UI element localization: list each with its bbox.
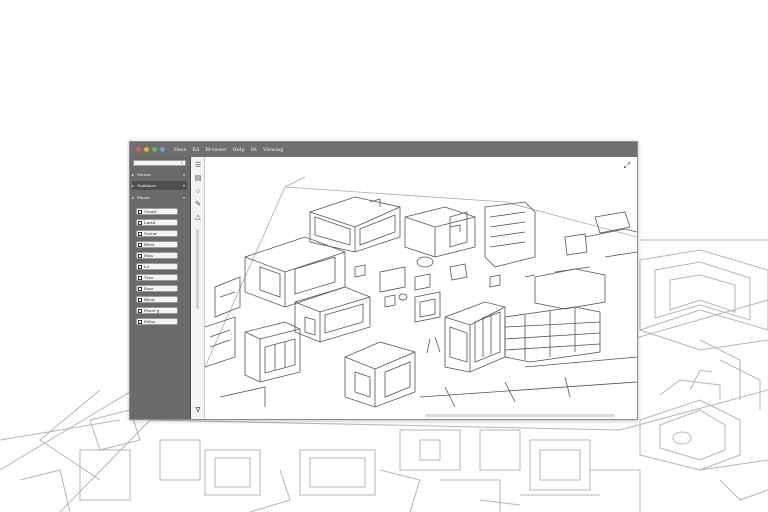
tool-strip: ☰ ▤ ○ ✎ △ ∇: [191, 157, 205, 419]
list-item-label: Lavid: [144, 220, 156, 225]
toolstrip-scrollbar[interactable]: [196, 229, 199, 309]
title-bar: Docs Ed Browser Help Ht Viewing: [130, 142, 637, 157]
search-icon[interactable]: ⌕: [181, 161, 183, 165]
sidebar-section-guidance[interactable]: ▸ Guidance ▾: [132, 181, 187, 190]
list-item[interactable]: Fave: [136, 285, 178, 292]
list-item[interactable]: Bleor: [136, 296, 178, 303]
document-icon: [138, 319, 142, 324]
menu-ed[interactable]: Ed: [192, 147, 199, 153]
document-icon: [138, 275, 142, 280]
search-input[interactable]: [136, 161, 176, 165]
list-item-label: Bleor: [144, 297, 155, 302]
menu-bar: Docs Ed Browser Help Ht Viewing: [174, 147, 283, 153]
section-label: Viewer: [137, 172, 152, 177]
pan-icon[interactable]: ○: [194, 188, 202, 196]
list-item[interactable]: Lavid: [136, 219, 178, 226]
layers-icon[interactable]: ☰: [194, 162, 202, 170]
section-label: Planer: [137, 195, 151, 200]
list-item-label: Lo: [144, 264, 150, 269]
document-icon: [138, 264, 142, 269]
document-icon: [138, 220, 142, 225]
menu-help[interactable]: Help: [233, 147, 245, 153]
measure-icon[interactable]: △: [194, 214, 202, 222]
chevron-down-icon: ▾: [182, 183, 185, 188]
menu-docs[interactable]: Docs: [174, 147, 186, 153]
menu-viewing[interactable]: Viewing: [263, 147, 283, 153]
drawing-viewport[interactable]: ⤢: [205, 157, 637, 419]
pencil-icon[interactable]: ✎: [194, 201, 202, 209]
list-item-label: Fata: [144, 253, 153, 258]
document-icon: [138, 242, 142, 247]
menu-browser[interactable]: Browser: [205, 147, 226, 153]
list-item[interactable]: Lo: [136, 263, 178, 270]
list-item-label: Cioud: [144, 209, 156, 214]
minimize-window-button[interactable]: [144, 147, 149, 152]
app-window: Docs Ed Browser Help Ht Viewing ⌕ ▸ View…: [129, 141, 638, 420]
document-icon: [138, 297, 142, 302]
zoom-window-button[interactable]: [152, 147, 157, 152]
list-item-label: Voctor: [144, 231, 158, 236]
chevron-down-icon: ▾: [182, 172, 185, 177]
isometric-city-plan-drawing: [205, 176, 637, 408]
list-item[interactable]: Eelsa: [136, 318, 178, 325]
list-item[interactable]: Voctor: [136, 230, 178, 237]
ruler-icon[interactable]: ▤: [194, 175, 202, 183]
sidebar-section-viewer[interactable]: ▸ Viewer ▾: [132, 170, 187, 179]
horizontal-scrollbar[interactable]: [425, 414, 615, 417]
window-controls: [136, 147, 165, 152]
document-icon: [138, 308, 142, 313]
list-item[interactable]: Cioud: [136, 208, 178, 215]
menu-ht[interactable]: Ht: [251, 147, 257, 153]
expand-icon[interactable]: ⤢: [623, 162, 631, 170]
list-item[interactable]: Tvss: [136, 274, 178, 281]
list-item-label: Feore g: [144, 308, 160, 313]
section-label: Guidance: [137, 183, 157, 188]
list-item-label: Fave: [144, 286, 154, 291]
settings-icon[interactable]: ∇: [194, 407, 202, 415]
list-item[interactable]: Fata: [136, 252, 178, 259]
list-item-label: Eelsa: [144, 319, 156, 324]
extra-window-button[interactable]: [160, 147, 165, 152]
sidebar: ⌕ ▸ Viewer ▾ ▸ Guidance ▾ ▸ Planer ▾ Cio…: [130, 157, 191, 419]
list-item[interactable]: Feore g: [136, 307, 178, 314]
document-icon: [138, 253, 142, 258]
list-item-label: Elvet: [144, 242, 155, 247]
sidebar-search: ⌕: [133, 160, 186, 166]
close-window-button[interactable]: [136, 147, 141, 152]
document-icon: [138, 286, 142, 291]
list-item[interactable]: Elvet: [136, 241, 178, 248]
document-icon: [138, 209, 142, 214]
list-item-label: Tvss: [144, 275, 154, 280]
chevron-down-icon: ▾: [182, 195, 185, 200]
document-icon: [138, 231, 142, 236]
sidebar-section-planer[interactable]: ▸ Planer ▾: [132, 193, 187, 202]
